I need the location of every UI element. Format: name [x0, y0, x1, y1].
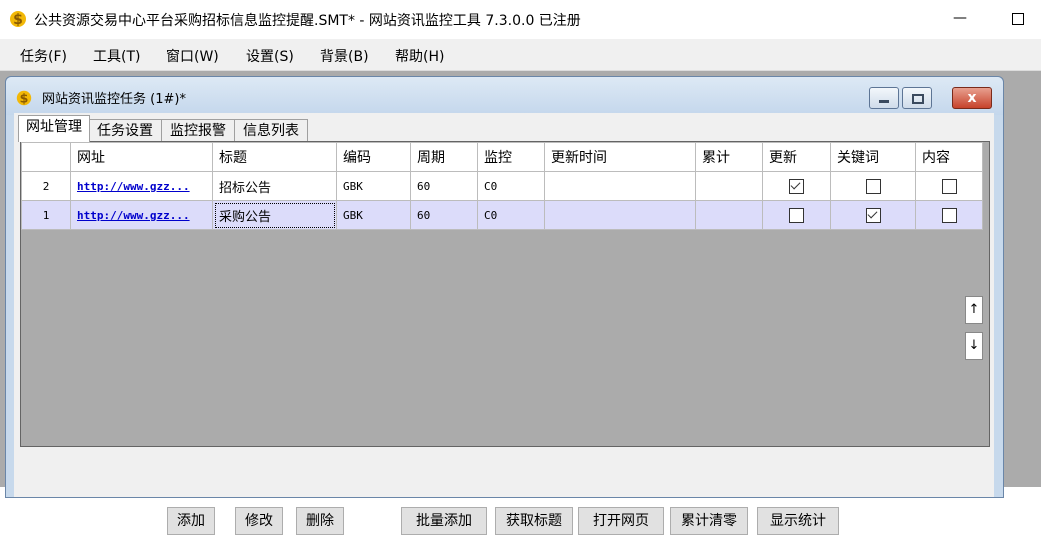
content-checkbox[interactable] — [941, 178, 957, 194]
keyword-cell — [830, 171, 916, 201]
table-row[interactable]: 1 http://www.gzz... 采购公告 GBK 60 C0 — [21, 200, 983, 230]
url-table: 网址 标题 编码 周期 监控 更新时间 累计 更新 关键词 内容 2 http:… — [21, 142, 983, 230]
column-header-update-time[interactable]: 更新时间 — [544, 142, 696, 172]
tab-task-settings[interactable]: 任务设置 — [88, 119, 162, 142]
url-grid: 网址 标题 编码 周期 监控 更新时间 累计 更新 关键词 内容 2 http:… — [20, 141, 990, 447]
encoding-cell[interactable]: GBK — [336, 171, 411, 201]
add-button[interactable]: 添加 — [167, 507, 215, 535]
update-checkbox[interactable] — [789, 178, 804, 194]
keyword-checkbox[interactable] — [865, 178, 881, 194]
task-window-title-bar: $ 网站资讯监控任务 (1#)* x — [6, 77, 1003, 115]
table-row[interactable]: 2 http://www.gzz... 招标公告 GBK 60 C0 — [21, 171, 983, 201]
delete-button[interactable]: 删除 — [296, 507, 344, 535]
row-index: 2 — [21, 171, 71, 201]
content-cell — [915, 200, 983, 230]
child-restore-button[interactable] — [902, 87, 932, 109]
window-title: 公共资源交易中心平台采购招标信息监控提醒.SMT* - 网站资讯监控工具 7.3… — [34, 13, 581, 29]
clear-total-button[interactable]: 累计清零 — [670, 507, 748, 535]
table-header-row: 网址 标题 编码 周期 监控 更新时间 累计 更新 关键词 内容 — [21, 142, 983, 172]
open-page-button[interactable]: 打开网页 — [578, 507, 664, 535]
menu-window[interactable]: 窗口(W) — [166, 46, 219, 66]
column-header-update[interactable]: 更新 — [762, 142, 831, 172]
title-cell[interactable]: 采购公告 — [212, 200, 337, 230]
column-header-keyword[interactable]: 关键词 — [830, 142, 916, 172]
column-header — [21, 142, 71, 172]
svg-text:$: $ — [13, 12, 23, 28]
task-window-body: 网址管理 任务设置 监控报警 信息列表 网址 标题 编码 周期 监控 更新时间 … — [14, 113, 994, 535]
update-time-cell[interactable] — [544, 200, 696, 230]
menu-task[interactable]: 任务(F) — [20, 46, 67, 66]
maximize-button[interactable] — [1004, 4, 1032, 32]
update-cell — [762, 171, 831, 201]
dollar-icon: $ — [10, 11, 26, 28]
column-header-content[interactable]: 内容 — [915, 142, 983, 172]
column-header-period[interactable]: 周期 — [410, 142, 478, 172]
menu-help[interactable]: 帮助(H) — [395, 46, 444, 66]
tab-info-list[interactable]: 信息列表 — [234, 119, 308, 142]
monitor-cell[interactable]: C0 — [477, 200, 545, 230]
column-header-url[interactable]: 网址 — [70, 142, 213, 172]
move-down-button[interactable]: ↓ — [965, 332, 983, 360]
show-stats-button[interactable]: 显示统计 — [757, 507, 839, 535]
tab-monitor-alarm[interactable]: 监控报警 — [161, 119, 235, 142]
total-cell[interactable] — [695, 200, 763, 230]
monitor-cell[interactable]: C0 — [477, 171, 545, 201]
menu-bar: 任务(F) 工具(T) 窗口(W) 设置(S) 背景(B) 帮助(H) — [0, 39, 1041, 71]
content-checkbox[interactable] — [941, 207, 957, 223]
total-cell[interactable] — [695, 171, 763, 201]
task-window: $ 网站资讯监控任务 (1#)* x 网址管理 任务设置 监控报警 信息列表 网… — [5, 76, 1004, 535]
task-window-title: 网站资讯监控任务 (1#)* — [42, 92, 186, 107]
url-link[interactable]: http://www.gzz... — [77, 209, 190, 222]
url-cell: http://www.gzz... — [70, 171, 213, 201]
column-header-monitor[interactable]: 监控 — [477, 142, 545, 172]
encoding-cell[interactable]: GBK — [336, 200, 411, 230]
menu-background[interactable]: 背景(B) — [320, 46, 369, 66]
fetch-title-button[interactable]: 获取标题 — [495, 507, 573, 535]
child-minimize-button[interactable] — [869, 87, 899, 109]
update-checkbox[interactable] — [789, 207, 804, 223]
column-header-total[interactable]: 累计 — [695, 142, 763, 172]
minimize-button[interactable]: — — [948, 4, 972, 32]
keyword-checkbox[interactable] — [865, 207, 881, 223]
menu-settings[interactable]: 设置(S) — [246, 46, 294, 66]
svg-text:$: $ — [20, 91, 29, 106]
edit-button[interactable]: 修改 — [235, 507, 283, 535]
url-link[interactable]: http://www.gzz... — [77, 180, 190, 193]
update-time-cell[interactable] — [544, 171, 696, 201]
dollar-icon: $ — [16, 91, 32, 106]
period-cell[interactable]: 60 — [410, 200, 478, 230]
batch-add-button[interactable]: 批量添加 — [401, 507, 487, 535]
tab-url-management[interactable]: 网址管理 — [18, 115, 90, 142]
row-index: 1 — [21, 200, 71, 230]
update-cell — [762, 200, 831, 230]
child-close-button[interactable]: x — [952, 87, 992, 109]
column-header-encoding[interactable]: 编码 — [336, 142, 411, 172]
content-cell — [915, 171, 983, 201]
menu-tools[interactable]: 工具(T) — [93, 46, 140, 66]
url-cell: http://www.gzz... — [70, 200, 213, 230]
period-cell[interactable]: 60 — [410, 171, 478, 201]
keyword-cell — [830, 200, 916, 230]
move-up-button[interactable]: ↑ — [965, 296, 983, 324]
title-bar: $ 公共资源交易中心平台采购招标信息监控提醒.SMT* - 网站资讯监控工具 7… — [0, 0, 1041, 39]
column-header-title[interactable]: 标题 — [212, 142, 337, 172]
title-cell[interactable]: 招标公告 — [212, 171, 337, 201]
close-icon: x — [967, 90, 977, 106]
